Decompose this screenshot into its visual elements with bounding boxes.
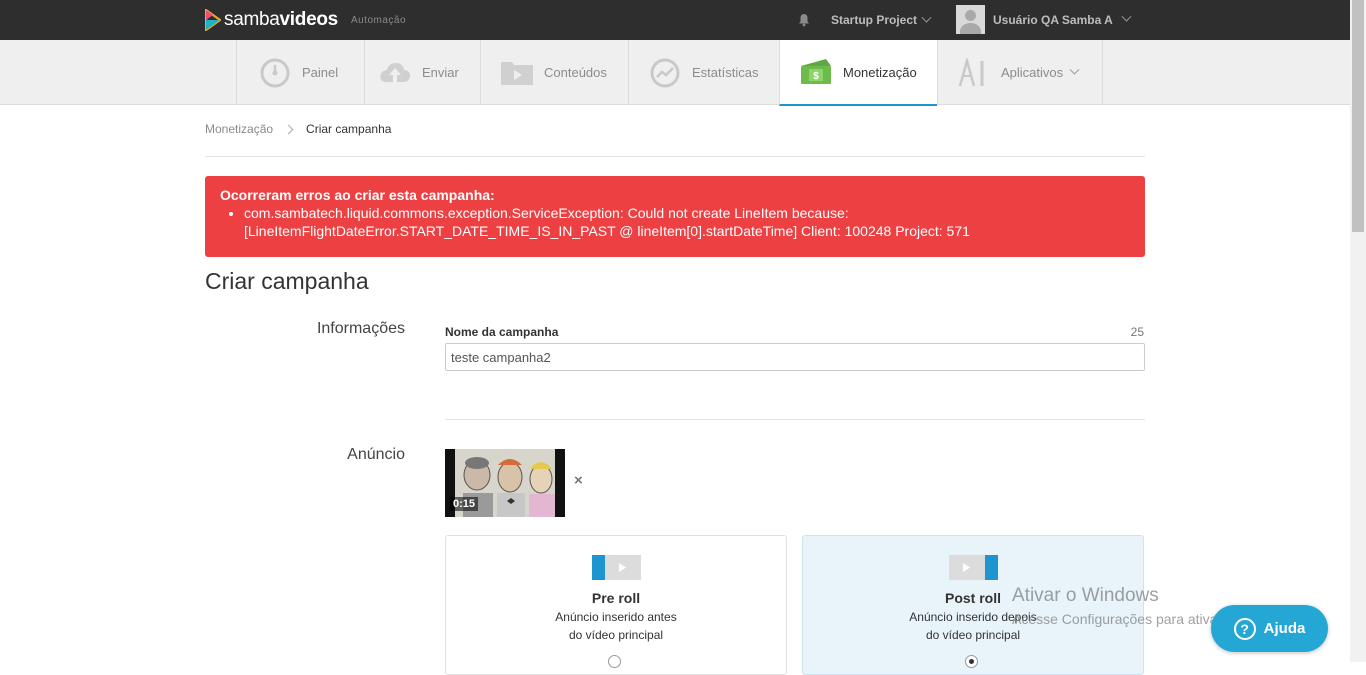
cloud-upload-icon: [380, 62, 411, 84]
nav-item-conteudos[interactable]: Conteúdos: [480, 40, 628, 105]
breadcrumb: Monetização Criar campanha: [205, 122, 391, 136]
card-desc-line: do vídeo principal: [925, 628, 1021, 642]
apps-icon: [958, 57, 984, 86]
divider: [205, 156, 1145, 157]
breadcrumb-parent-link[interactable]: Monetização: [205, 122, 273, 136]
nav-item-monetizacao[interactable]: $ Monetização: [779, 40, 937, 106]
question-icon: ?: [1233, 617, 1256, 640]
svg-text:$: $: [813, 71, 819, 82]
nav-item-estatisticas[interactable]: Estatísticas: [628, 40, 779, 105]
scrollbar-thumb[interactable]: [1352, 0, 1364, 232]
project-selector[interactable]: Startup Project: [831, 12, 932, 27]
nav-label: Estatísticas: [692, 65, 759, 80]
remove-ad-button[interactable]: ×: [574, 472, 583, 489]
watermark-title: Ativar o Windows: [1012, 585, 1159, 606]
pre-roll-option[interactable]: Pre roll Anúncio inserido antes do vídeo…: [445, 535, 787, 675]
chevron-down-icon: [1121, 11, 1132, 22]
logo-play-icon: [205, 9, 221, 31]
nav-item-aplicativos[interactable]: Aplicativos: [937, 40, 1102, 105]
error-alert: Ocorreram erros ao criar esta campanha: …: [205, 176, 1145, 257]
nav-label: Monetização: [843, 64, 917, 80]
project-name: Startup Project: [831, 13, 918, 27]
help-label: Ajuda: [1263, 620, 1306, 637]
alert-title: Ocorreram erros ao criar esta campanha:: [220, 187, 495, 203]
ad-video-thumbnail[interactable]: 0:15: [445, 449, 565, 517]
page-title: Criar campanha: [205, 268, 369, 294]
card-desc-line: Anúncio inserido antes: [555, 610, 677, 624]
pre-roll-icon: [592, 555, 641, 580]
nav-label: Aplicativos: [1001, 65, 1064, 80]
user-menu[interactable]: Usuário QA Samba A: [956, 5, 1132, 34]
section-label-info: Informações: [316, 320, 405, 337]
chevron-down-icon: [921, 12, 932, 23]
nav-divider: [1102, 40, 1103, 105]
chart-icon: [650, 58, 680, 87]
user-name: Usuário QA Samba A: [993, 12, 1113, 27]
chevron-down-icon: [1069, 64, 1080, 75]
logo-prefix: samba: [224, 9, 280, 30]
logo-bold: videos: [279, 9, 339, 30]
nav-label: Conteúdos: [544, 65, 607, 80]
section-label-ad: Anúncio: [347, 446, 405, 463]
campaign-name-input[interactable]: [445, 343, 1145, 371]
error-list: com.sambatech.liquid.commons.exception.S…: [244, 204, 1130, 240]
top-bar: sambavideos Automação Startup Project Us…: [0, 0, 1350, 40]
help-button[interactable]: ? Ajuda: [1211, 605, 1328, 652]
divider: [445, 419, 1145, 420]
card-title: Pre roll: [591, 590, 641, 606]
sambavideos-logo[interactable]: sambavideos Automação: [205, 8, 406, 32]
nav-item-enviar[interactable]: Enviar: [364, 40, 480, 105]
card-desc-line: do vídeo principal: [568, 628, 664, 642]
post-roll-icon: [949, 555, 998, 580]
breadcrumb-current: Criar campanha: [306, 122, 392, 136]
bell-icon[interactable]: [797, 13, 811, 27]
nav-label: Enviar: [422, 65, 459, 80]
gauge-icon: [260, 58, 290, 87]
error-item: com.sambatech.liquid.commons.exception.S…: [244, 204, 1130, 240]
environment-label: Automação: [350, 14, 407, 26]
nav-item-painel[interactable]: Painel: [236, 40, 364, 105]
video-duration: 0:15: [450, 497, 479, 511]
folder-play-icon: [501, 61, 533, 85]
nav-label: Painel: [302, 65, 339, 80]
avatar: [956, 5, 985, 34]
page-scrollbar[interactable]: [1350, 0, 1366, 662]
main-nav: Painel Enviar Conteúdos Estatísticas $ M…: [0, 40, 1350, 106]
campaign-name-label: Nome da campanha: [445, 325, 559, 339]
money-icon: $: [801, 59, 831, 84]
chevron-right-icon: [283, 124, 294, 134]
char-counter: 25: [1130, 325, 1144, 339]
